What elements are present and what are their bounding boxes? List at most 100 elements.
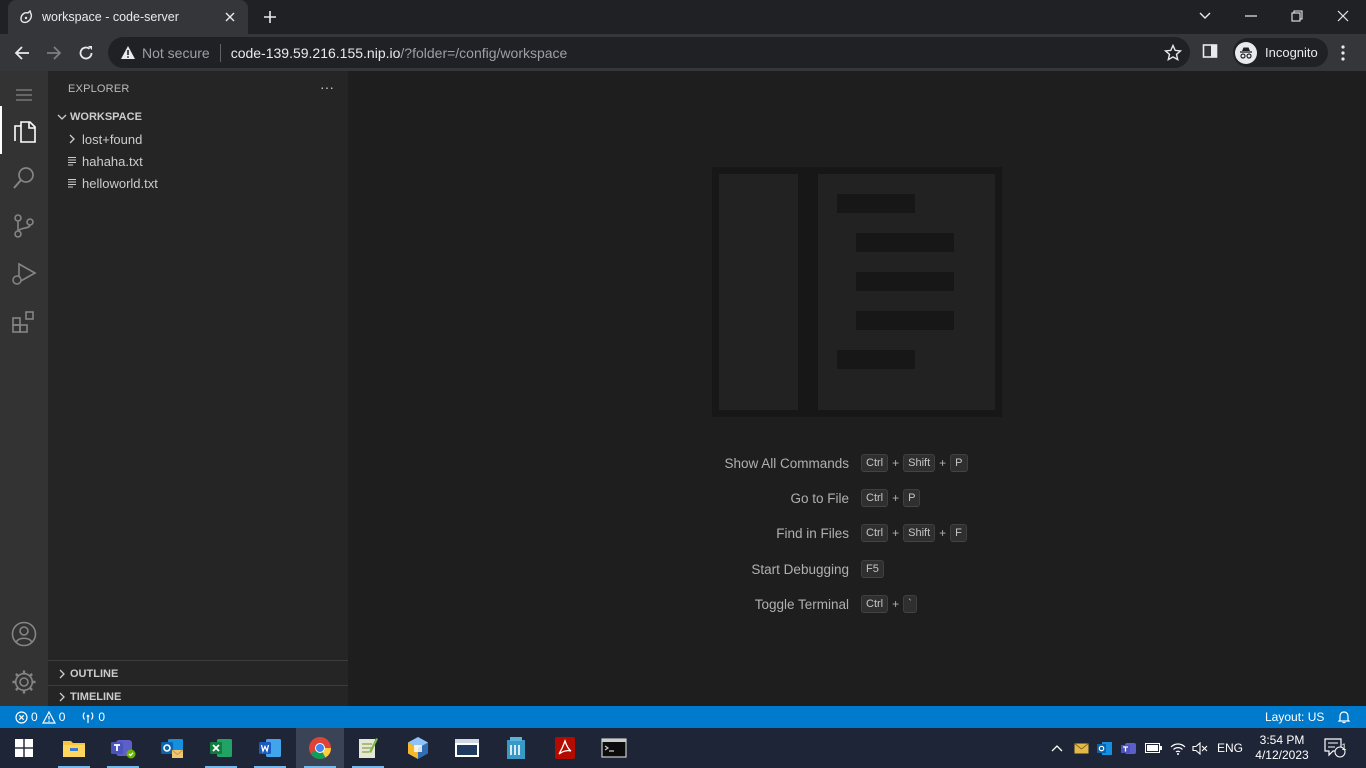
error-count: 0	[31, 710, 38, 724]
virtualbox-app-icon[interactable]	[394, 728, 442, 768]
incognito-label: Incognito	[1265, 45, 1318, 60]
antenna-icon	[81, 711, 95, 724]
key-plus: +	[892, 456, 900, 470]
mail-tray-icon[interactable]	[1071, 728, 1091, 768]
browser-tab[interactable]: workspace - code-server	[8, 0, 248, 34]
explorer-files-icon[interactable]	[0, 106, 48, 154]
settings-gear-icon[interactable]	[0, 658, 48, 706]
close-window-icon[interactable]	[1320, 0, 1366, 32]
notification-count-badge: 1	[1341, 742, 1347, 752]
workspace-label: WORKSPACE	[70, 111, 142, 123]
wifi-icon[interactable]	[1167, 728, 1189, 768]
more-actions-icon[interactable]: ···	[320, 79, 334, 95]
tree-item-folder[interactable]: lost+found	[48, 128, 348, 150]
not-secure-label[interactable]: Not secure	[142, 45, 210, 61]
address-divider	[219, 43, 221, 62]
key-cap: Ctrl	[861, 595, 889, 613]
collapsed-sections: OUTLINE TIMELINE	[48, 660, 348, 703]
activity-bar	[0, 71, 48, 706]
chevron-right-icon	[54, 666, 70, 682]
address-bar[interactable]: Not secure code-139.59.216.155.nip.io /?…	[108, 37, 1190, 68]
keyboard-layout-label: Layout: US	[1265, 710, 1325, 724]
outline-section-header[interactable]: OUTLINE	[48, 663, 348, 685]
teams-tray-icon[interactable]	[1119, 728, 1139, 768]
windows-taskbar: ENG 3:54 PM 4/12/2023 1	[0, 728, 1366, 768]
shortcut-show-all-commands: Show All Commands Ctrl + Shift + P	[648, 453, 1068, 473]
chevron-down-icon	[54, 109, 70, 125]
windows-start-icon[interactable]	[0, 728, 48, 768]
explorer-sidebar: EXPLORER ··· WORKSPACE lost+found hahaha…	[48, 71, 348, 706]
source-control-icon[interactable]	[0, 202, 48, 250]
editor-area[interactable]: Show All Commands Ctrl + Shift + P Go to…	[348, 71, 1366, 706]
notepad-plus-plus-app-icon[interactable]	[344, 728, 392, 768]
window-app-icon[interactable]	[443, 728, 491, 768]
terminal-app-icon[interactable]	[590, 728, 638, 768]
incognito-profile-button[interactable]: Incognito	[1233, 38, 1328, 67]
new-tab-button[interactable]	[258, 6, 282, 28]
problems-status[interactable]: 0 0	[0, 706, 65, 728]
chrome-app-icon[interactable]	[296, 728, 344, 768]
shortcut-find-in-files: Find in Files Ctrl + Shift + F	[648, 523, 1068, 543]
workspace-section-header[interactable]: WORKSPACE	[48, 106, 348, 128]
back-arrow-icon[interactable]	[8, 39, 36, 67]
teams-app-icon[interactable]	[99, 728, 147, 768]
url-path: /?folder=/config/workspace	[400, 44, 568, 61]
browser-tab-title: workspace - code-server	[42, 10, 179, 24]
keyboard-layout-status[interactable]: Layout: US	[1265, 706, 1324, 728]
acrobat-app-icon[interactable]	[541, 728, 589, 768]
incognito-icon	[1235, 41, 1257, 64]
code-server-favicon-icon	[18, 9, 34, 25]
status-bar: 0 0 0 Layout: US	[0, 706, 1366, 728]
shortcut-label: Toggle Terminal	[754, 596, 849, 612]
reload-icon[interactable]	[72, 39, 100, 67]
run-and-debug-icon[interactable]	[0, 250, 48, 298]
key-cap: Ctrl	[861, 524, 889, 542]
error-icon	[15, 710, 28, 724]
ports-status[interactable]: 0	[65, 706, 105, 728]
azure-storage-app-icon[interactable]	[492, 728, 540, 768]
shortcut-label: Start Debugging	[751, 561, 849, 577]
action-center-icon[interactable]: 1	[1320, 728, 1350, 768]
notifications-bell-icon[interactable]	[1337, 706, 1351, 728]
key-plus: +	[939, 456, 947, 470]
show-hidden-icons-chevron-up-icon[interactable]	[1047, 728, 1067, 768]
input-language[interactable]: ENG	[1213, 728, 1247, 768]
tree-item-file[interactable]: helloworld.txt	[48, 172, 348, 194]
key-cap: Shift	[903, 454, 936, 472]
tree-item-file[interactable]: hahaha.txt	[48, 150, 348, 172]
tab-close-icon[interactable]	[222, 9, 238, 25]
minimize-icon[interactable]	[1228, 0, 1274, 32]
chevron-right-icon	[64, 131, 80, 147]
accounts-icon[interactable]	[0, 610, 48, 658]
word-app-icon[interactable]	[246, 728, 294, 768]
side-panel-icon[interactable]	[1202, 43, 1222, 63]
text-file-icon	[64, 153, 80, 169]
chevron-right-icon	[54, 689, 70, 705]
ports-count: 0	[98, 710, 106, 724]
key-plus: +	[892, 597, 900, 611]
outlook-tray-icon[interactable]	[1095, 728, 1115, 768]
tree-item-label: hahaha.txt	[82, 153, 143, 169]
clock[interactable]: 3:54 PM 4/12/2023	[1250, 728, 1314, 768]
outline-label: OUTLINE	[70, 668, 119, 680]
bookmark-star-icon[interactable]	[1163, 43, 1183, 62]
warning-icon[interactable]	[120, 45, 136, 61]
browser-menu-icon[interactable]	[1336, 42, 1350, 64]
timeline-section-header[interactable]: TIMELINE	[48, 685, 348, 707]
battery-icon[interactable]	[1143, 728, 1163, 768]
search-icon[interactable]	[0, 154, 48, 202]
outlook-app-icon[interactable]	[148, 728, 196, 768]
shortcut-go-to-file: Go to File Ctrl + P	[648, 488, 1068, 508]
key-cap: P	[950, 454, 968, 472]
tab-search-icon[interactable]	[1182, 0, 1228, 32]
warning-icon	[41, 710, 56, 724]
tree-item-label: helloworld.txt	[82, 175, 158, 191]
file-explorer-app-icon[interactable]	[50, 728, 98, 768]
excel-app-icon[interactable]	[197, 728, 245, 768]
volume-muted-icon[interactable]	[1190, 728, 1210, 768]
extensions-icon[interactable]	[0, 298, 48, 346]
shortcut-toggle-terminal: Toggle Terminal Ctrl + `	[648, 594, 1068, 614]
forward-arrow-icon[interactable]	[40, 39, 68, 67]
shortcut-label: Go to File	[790, 490, 849, 506]
restore-icon[interactable]	[1274, 0, 1320, 32]
